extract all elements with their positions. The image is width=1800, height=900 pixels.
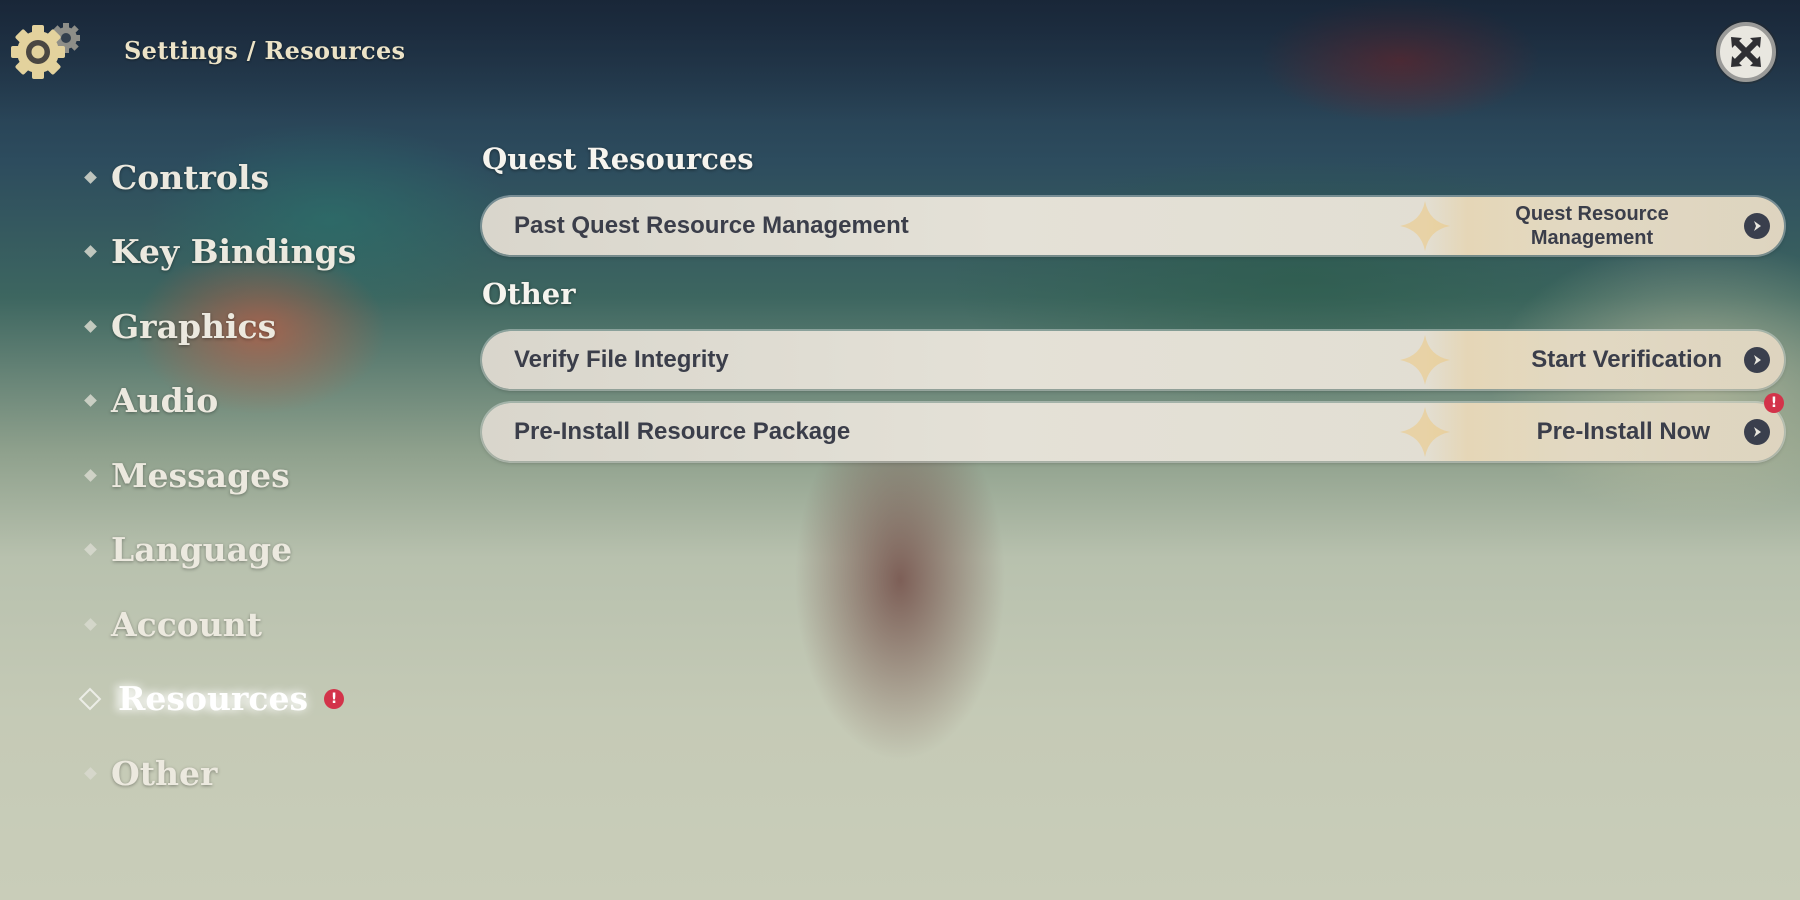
arrow-right-button[interactable] (1744, 419, 1770, 445)
pre-install-now-label: Pre-Install Now (1536, 418, 1710, 445)
sidebar-item-controls[interactable]: Controls (84, 140, 356, 215)
diamond-bullet-icon (84, 543, 97, 557)
row-verify-file-integrity[interactable]: Verify File Integrity Start Verification (482, 331, 1784, 389)
sidebar-item-label: Controls (111, 157, 270, 197)
arrow-right-button[interactable] (1744, 347, 1770, 373)
row-pre-install-resource-package[interactable]: Pre-Install Resource Package Pre-Install… (482, 393, 1784, 461)
row-label: Past Quest Resource Management (514, 212, 909, 239)
sidebar-item-label: Resources (118, 679, 309, 719)
chevron-right-icon (1754, 221, 1761, 231)
star-ornament-icon (1400, 201, 1450, 251)
sidebar-item-audio[interactable]: Audio (84, 364, 356, 439)
sidebar-item-messages[interactable]: Messages (84, 438, 356, 513)
breadcrumb: Settings / Resources (124, 35, 406, 65)
chevron-right-icon (1754, 427, 1761, 437)
start-verification-label: Start Verification (1531, 346, 1722, 373)
diamond-bullet-icon (84, 468, 97, 482)
row-past-quest-resource-management[interactable]: Past Quest Resource Management Quest Res… (482, 197, 1784, 255)
row-action-label: Quest Resource Management (1492, 197, 1692, 255)
diamond-bullet-icon (84, 245, 97, 259)
diamond-bullet-icon (84, 170, 97, 184)
close-icon (1731, 37, 1761, 67)
header: Settings / Resources (8, 18, 405, 82)
sidebar-item-key-bindings[interactable]: Key Bindings (84, 215, 357, 290)
sidebar-item-label: Language (111, 530, 293, 570)
row-action-line-1: Quest Resource (1515, 203, 1669, 225)
chevron-right-icon (1754, 355, 1761, 365)
section-title-other: Other (482, 277, 576, 311)
settings-sidebar: Controls Key Bindings Graphics Audio Mes… (78, 140, 357, 811)
close-button[interactable] (1716, 22, 1776, 82)
sidebar-item-other[interactable]: Other (84, 736, 356, 811)
diamond-bullet-icon (84, 766, 97, 780)
sidebar-item-label: Audio (111, 381, 219, 421)
arrow-right-button[interactable] (1744, 213, 1770, 239)
diamond-bullet-icon (84, 319, 97, 333)
sidebar-item-graphics[interactable]: Graphics (84, 289, 356, 364)
sidebar-item-label: Account (111, 604, 263, 644)
sidebar-item-label: Other (111, 753, 218, 793)
gear-icon (8, 18, 81, 82)
diamond-bullet-icon (84, 617, 97, 631)
star-ornament-icon (1400, 407, 1450, 457)
alert-badge-icon: ! (324, 688, 345, 709)
sidebar-item-account[interactable]: Account (84, 587, 356, 662)
row-label: Verify File Integrity (514, 346, 729, 373)
row-action-line-2: Management (1530, 227, 1654, 249)
star-ornament-icon (1400, 335, 1450, 385)
sidebar-item-resources[interactable]: Resources ! (78, 662, 356, 737)
sidebar-item-language[interactable]: Language (84, 513, 356, 588)
row-label: Pre-Install Resource Package (514, 418, 851, 445)
section-title-quest-resources: Quest Resources (482, 142, 754, 176)
sidebar-item-label: Graphics (111, 306, 277, 346)
sidebar-item-label: Key Bindings (111, 232, 357, 272)
sidebar-item-label: Messages (111, 455, 290, 495)
diamond-bullet-icon (84, 394, 97, 408)
alert-badge-icon: ! (1764, 393, 1784, 413)
selected-diamond-icon (78, 687, 102, 711)
